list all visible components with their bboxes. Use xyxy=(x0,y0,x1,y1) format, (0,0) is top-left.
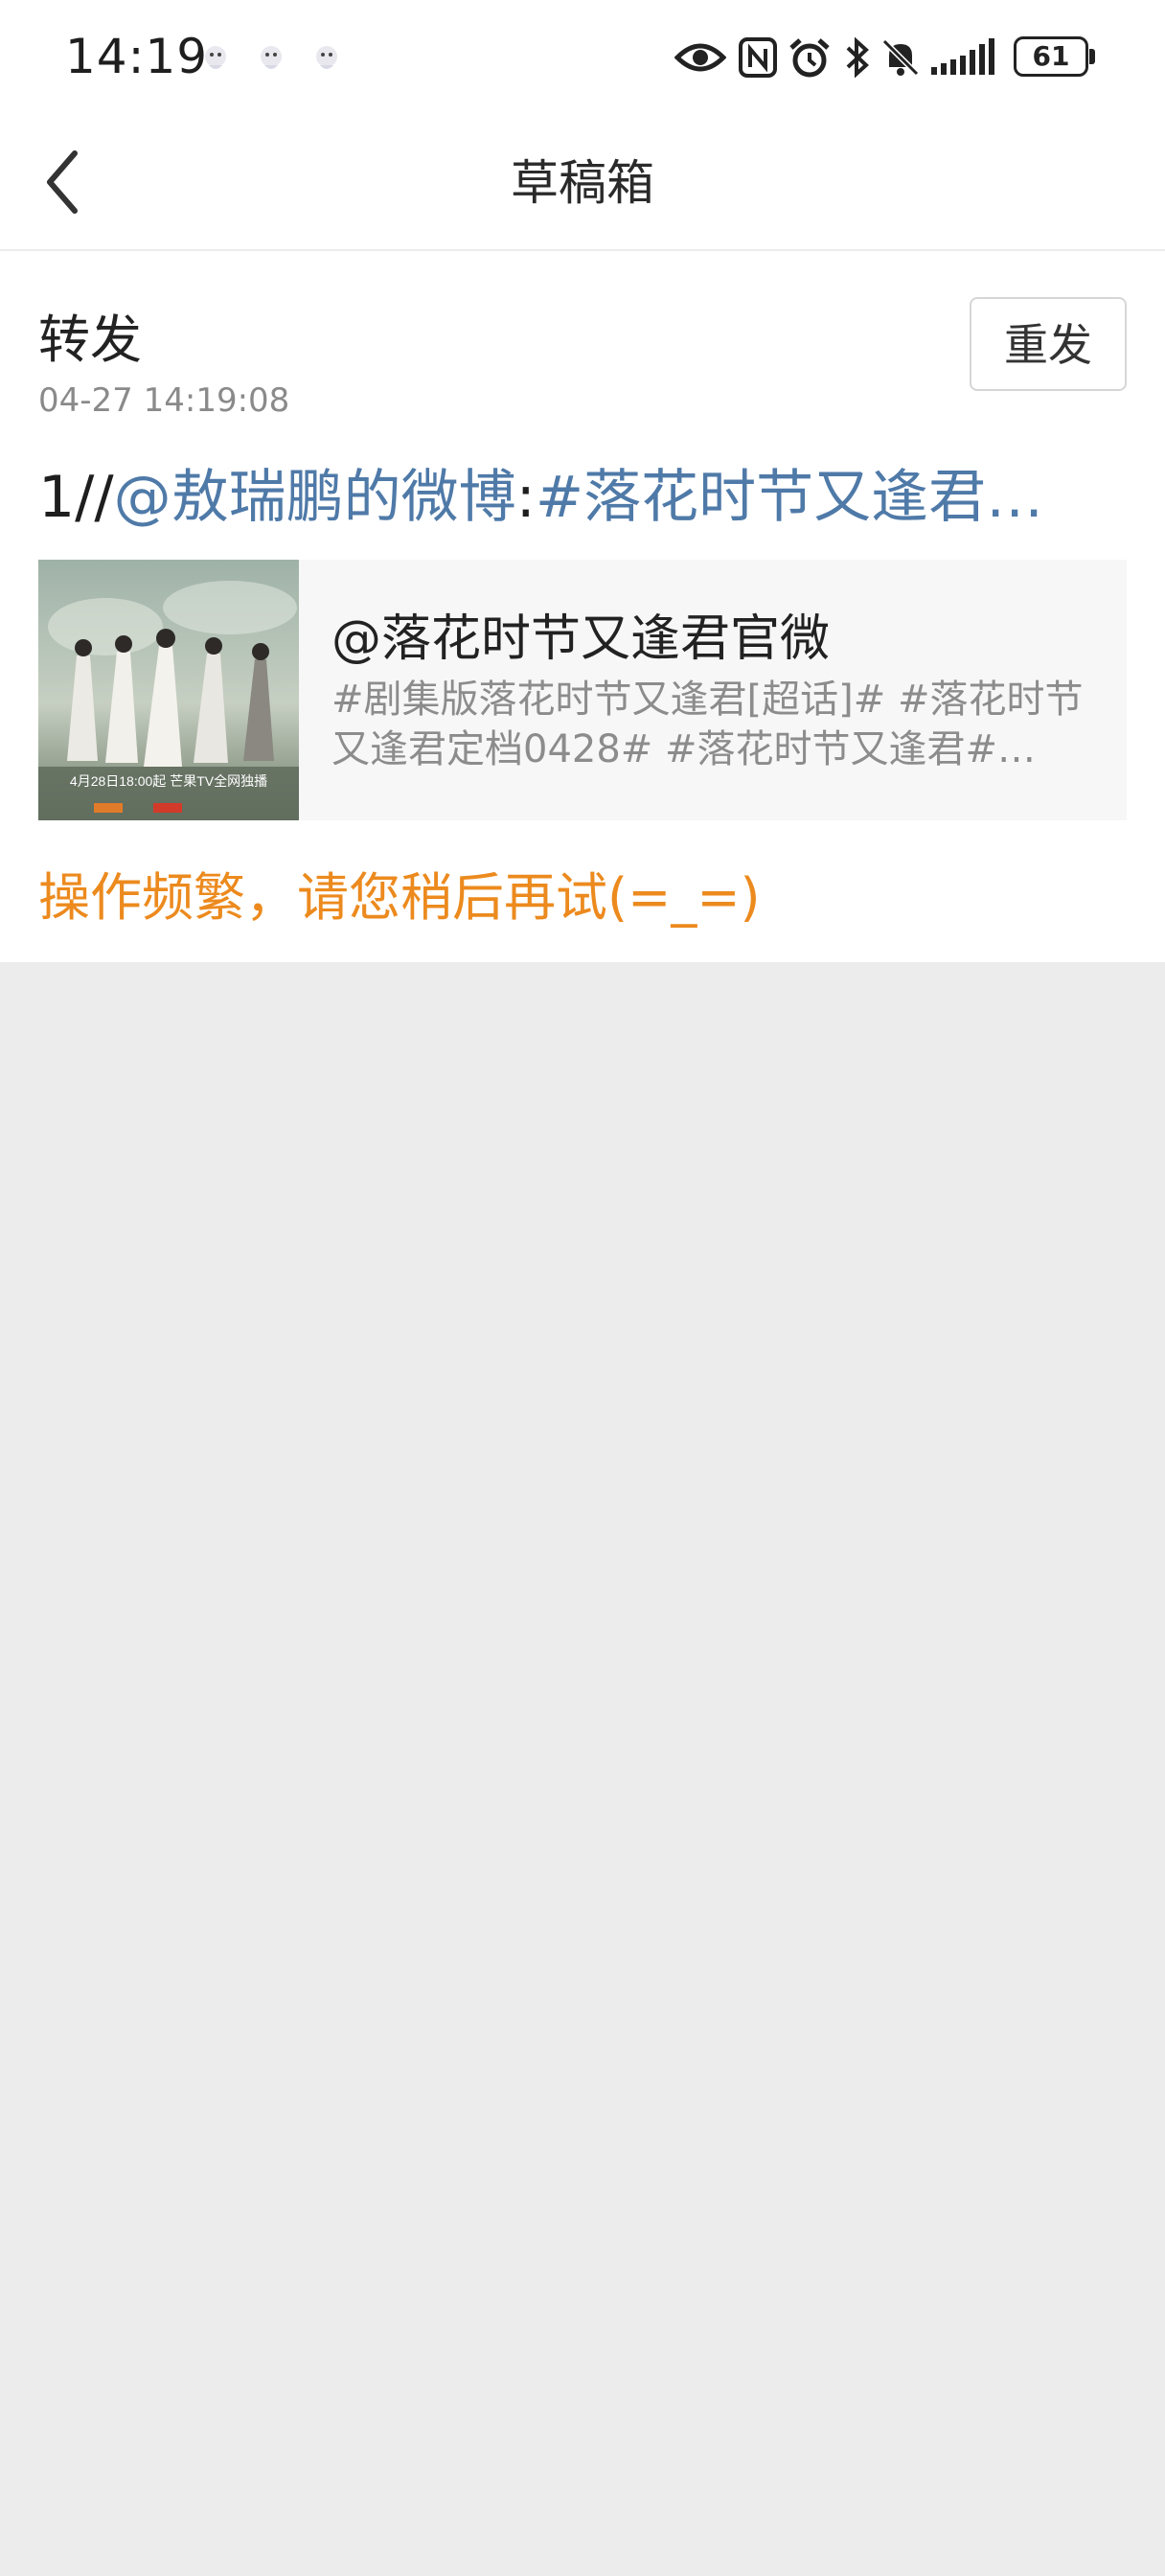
battery-tip xyxy=(1089,49,1095,64)
battery-level: 61 xyxy=(1032,40,1070,72)
topic-link[interactable]: #落花时节又逢君… xyxy=(536,464,1043,531)
draft-text[interactable]: 1//@敖瑞鹏的微博:#落花时节又逢君… xyxy=(38,454,1131,540)
drama-poster-image: 4月28日18:00起 芒果TV全网独播 xyxy=(38,560,299,820)
back-button[interactable] xyxy=(29,144,105,220)
resend-button[interactable]: 重发 xyxy=(970,297,1127,391)
qq-notification-icon xyxy=(316,46,337,69)
chevron-left-icon xyxy=(47,150,78,214)
status-bar: 14:19 61 xyxy=(0,0,1165,117)
draft-timestamp: 04-27 14:19:08 xyxy=(38,381,290,420)
quoted-post[interactable]: 4月28日18:00起 芒果TV全网独播 @落花时节又逢君官微 #剧集版落花时节… xyxy=(38,560,1127,820)
quoted-author: @落花时节又逢君官微 xyxy=(331,610,831,668)
draft-type-label: 转发 xyxy=(38,310,142,370)
poster-caption: 4月28日18:00起 芒果TV全网独播 xyxy=(70,773,267,789)
page-title: 草稿箱 xyxy=(511,155,654,211)
eye-icon xyxy=(674,43,726,72)
bluetooth-icon xyxy=(846,36,869,79)
draft-text-colon: : xyxy=(515,464,536,531)
mute-bell-icon xyxy=(881,38,920,77)
nfc-icon xyxy=(739,37,777,78)
qq-notification-icon xyxy=(205,46,226,69)
mention-link[interactable]: @敖瑞鹏的微博 xyxy=(114,464,516,531)
error-message: 操作频繁，请您稍后再试(=_=) xyxy=(38,867,761,928)
signal-icon xyxy=(931,38,994,75)
qq-notification-icon xyxy=(261,46,282,69)
nav-bar: 草稿箱 xyxy=(0,117,1165,251)
alarm-icon xyxy=(789,38,830,78)
quoted-text: #剧集版落花时节又逢君[超话]# #落花时节又逢君定档0428# #落花时节又逢… xyxy=(331,678,1084,771)
draft-text-prefix: 1// xyxy=(38,464,114,531)
battery-icon: 61 xyxy=(1014,36,1088,77)
status-time: 14:19 xyxy=(65,29,209,84)
quoted-thumbnail: 4月28日18:00起 芒果TV全网独播 xyxy=(38,560,299,820)
draft-card: 转发 04-27 14:19:08 重发 1//@敖瑞鹏的微博:#落花时节又逢君… xyxy=(0,251,1165,962)
